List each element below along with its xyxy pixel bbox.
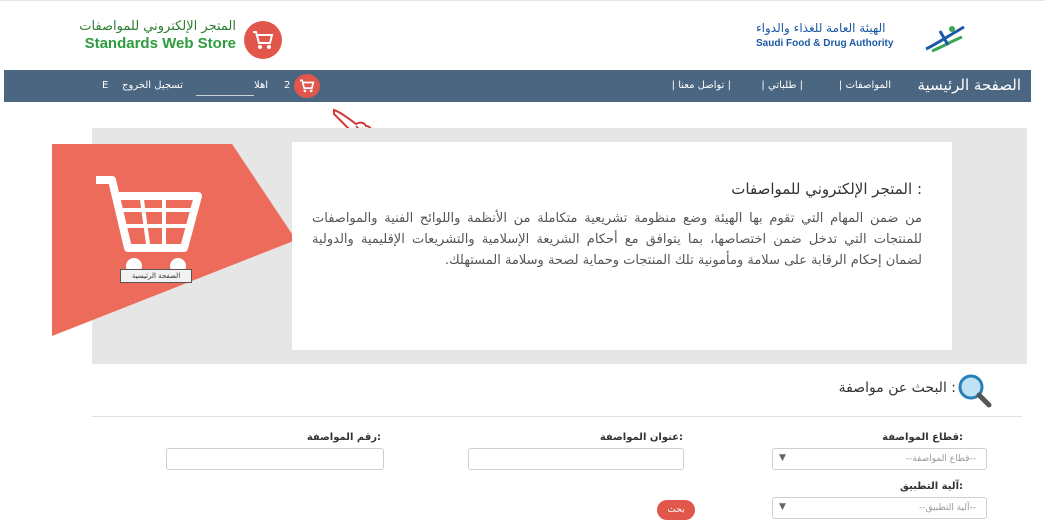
store-cart-icon <box>244 21 282 59</box>
store-logo[interactable]: المتجر الإلكتروني للمواصفات Standards We… <box>32 19 282 59</box>
search-title: البحث عن مواصفة : <box>838 380 956 396</box>
hero-description: من ضمن المهام التي تقوم بها الهيئة وضع م… <box>312 211 922 268</box>
nav-my-orders[interactable]: | طلباتي | <box>761 80 803 91</box>
nav-standards[interactable]: | المواصفات <box>839 80 891 91</box>
sector-label: قطاع المواصفة: <box>882 432 963 443</box>
hero-title: المتجر الإلكتروني للمواصفات : <box>731 180 922 198</box>
mechanism-select-value: --آلية التطبيق-- <box>919 503 976 513</box>
home-tooltip: الصفحة الرئيسية <box>120 269 192 283</box>
title-label: عنوان المواصفة: <box>599 432 683 443</box>
search-icon <box>958 374 992 408</box>
chevron-down-icon: ▼ <box>779 502 786 512</box>
welcome-text: اهلا <box>254 80 269 91</box>
sector-select-value: --قطاع المواصفة-- <box>905 454 976 464</box>
authority-name-en: Saudi Food & Drug Authority <box>756 38 894 49</box>
main-navbar: الصفحة الرئيسية | المواصفات | طلباتي | |… <box>4 70 1031 102</box>
sfda-emblem-icon <box>925 25 965 53</box>
chevron-down-icon: ▼ <box>779 453 786 463</box>
username-display <box>196 76 254 96</box>
nav-home[interactable]: الصفحة الرئيسية <box>918 76 1022 94</box>
search-header: البحث عن مواصفة : <box>806 374 996 408</box>
header: المتجر الإلكتروني للمواصفات Standards We… <box>0 0 1045 70</box>
hero-content: المتجر الإلكتروني للمواصفات : من ضمن الم… <box>292 142 952 350</box>
number-label: رقم المواصفة: <box>306 432 381 443</box>
title-input[interactable] <box>468 448 684 470</box>
language-toggle[interactable]: E <box>102 80 108 91</box>
sfda-logo[interactable]: الهيئة العامة للغذاء والدواء Saudi Food … <box>756 19 986 59</box>
search-button[interactable]: بحث <box>657 500 695 520</box>
cart-count: 2 <box>284 80 291 91</box>
logout-link[interactable]: تسجيل الخروج <box>122 80 183 91</box>
nav-contact-us[interactable]: | تواصل معنا | <box>672 80 731 91</box>
authority-name-ar: الهيئة العامة للغذاء والدواء <box>756 21 886 35</box>
divider <box>92 416 1022 417</box>
store-title-ar: المتجر الإلكتروني للمواصفات <box>79 19 236 34</box>
mechanism-select[interactable]: --آلية التطبيق-- ▼ <box>772 497 987 519</box>
number-input[interactable] <box>166 448 384 470</box>
cart-icon[interactable] <box>294 74 320 98</box>
store-title-en: Standards Web Store <box>84 35 236 52</box>
cart-banner <box>52 144 296 336</box>
mechanism-label: آلية التطبيق: <box>900 481 963 492</box>
page: المتجر الإلكتروني للمواصفات Standards We… <box>0 0 1045 523</box>
sector-select[interactable]: --قطاع المواصفة-- ▼ <box>772 448 987 470</box>
